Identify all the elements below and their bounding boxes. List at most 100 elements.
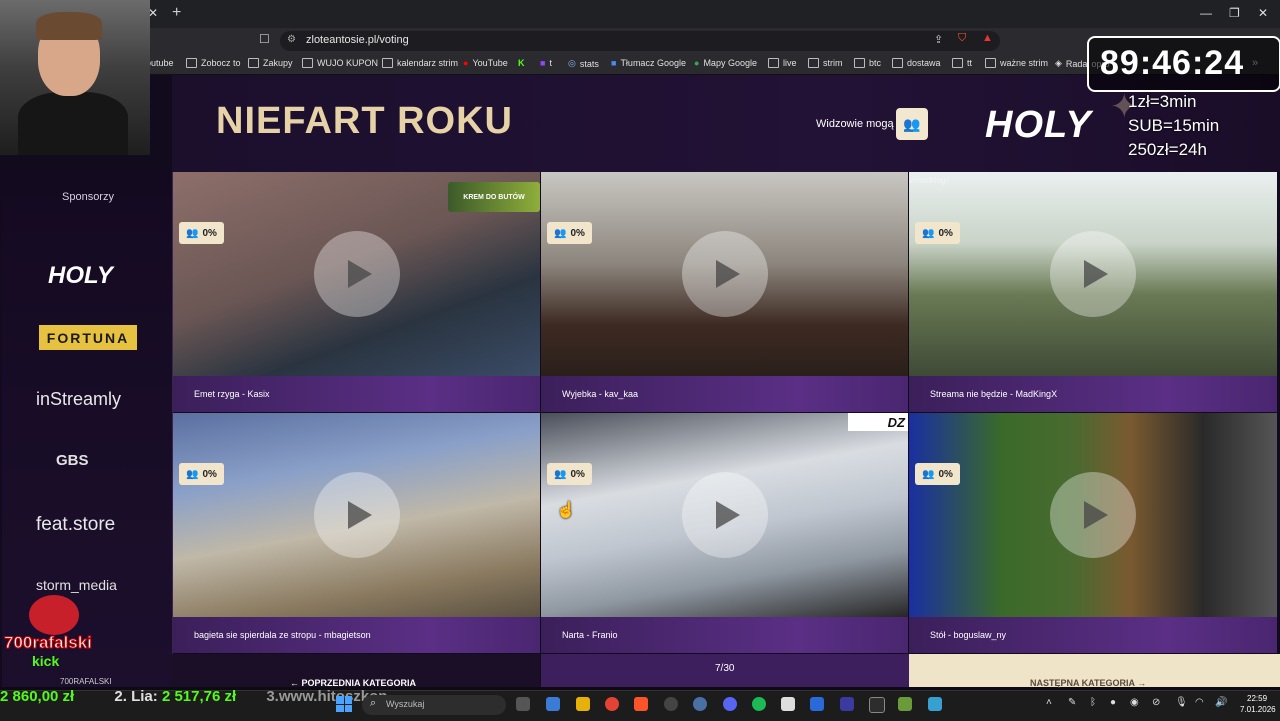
bookmark-item[interactable]: ■ Tłumacz Google	[611, 58, 686, 68]
microphone-icon[interactable]: 🎙	[1175, 697, 1188, 708]
task-view-icon[interactable]	[516, 697, 530, 711]
play-icon	[1084, 260, 1108, 288]
bookmark-icon[interactable]: ☐	[259, 32, 270, 46]
streamer-webcam	[0, 0, 150, 155]
mouse-cursor-icon: ☝	[556, 502, 576, 519]
vote-percent-badge: 👥 0%	[179, 222, 224, 244]
photos-icon[interactable]	[546, 697, 560, 711]
clip-card[interactable]: 👥 0% Stół - boguslaw_ny	[909, 413, 1277, 653]
play-icon	[715, 260, 740, 288]
prev-category-label[interactable]: ← POPRZEDNIA KATEGORIA	[290, 678, 416, 688]
sponsor-feat-store[interactable]: feat.store	[36, 514, 115, 536]
clip-card[interactable]: 👥 0% Wyjebka - kav_kaa	[541, 172, 908, 412]
bookmark-item[interactable]: WUJO KUPON	[302, 58, 378, 68]
bookmark-item[interactable]: Zakupy	[248, 58, 293, 68]
bookmark-item[interactable]: K	[518, 58, 525, 68]
bookmark-item[interactable]: live	[768, 58, 797, 68]
arrow-left-icon: ←	[290, 678, 299, 688]
bookmark-item[interactable]: btc	[854, 58, 881, 68]
wifi-icon[interactable]: ◠	[1195, 697, 1204, 708]
bluetooth-icon[interactable]: ᛒ	[1090, 697, 1096, 708]
close-window-icon[interactable]: ✕	[1258, 6, 1268, 20]
folder-icon	[952, 58, 963, 68]
bookmark-item[interactable]: dostawa	[892, 58, 941, 68]
windows-start-icon[interactable]	[336, 696, 352, 712]
clip-card[interactable]: v/madkingx 👥 0% Streama nie będzie - MadK…	[909, 172, 1277, 412]
share-icon[interactable]: ⇪	[934, 33, 943, 46]
app-icon[interactable]	[693, 697, 707, 711]
clip-caption: bagieta sie spierdala ze stropu - mbagie…	[173, 617, 540, 653]
site-info-icon[interactable]: ⚙	[287, 34, 296, 45]
viewers-vote-button[interactable]: 👥	[896, 108, 928, 140]
users-icon: 👥	[922, 468, 935, 480]
play-icon	[715, 501, 740, 529]
clip-card[interactable]: DZ 👥 0% Narta - Franio	[541, 413, 908, 653]
app-icon[interactable]	[898, 697, 912, 711]
brave-shield-icon[interactable]: ⛉	[958, 32, 966, 45]
bookmark-item[interactable]: ◎ stats	[568, 58, 599, 69]
next-category-label[interactable]: NASTĘPNA KATEGORIA →	[1030, 678, 1146, 688]
bookmark-item[interactable]: kalendarz strim	[382, 58, 458, 68]
brave-icon[interactable]	[634, 697, 648, 711]
rewards-icon[interactable]: ▲	[982, 32, 993, 44]
app-icon[interactable]	[928, 697, 942, 711]
sponsor-storm-media[interactable]: storm_media	[36, 577, 117, 593]
category-counter: 7/30	[715, 663, 735, 674]
app-icon[interactable]	[781, 697, 795, 711]
sponsor-gbs[interactable]: GBS	[56, 452, 89, 469]
bookmark-item[interactable]: ● YouTube	[463, 58, 508, 68]
bookmark-item[interactable]: ważne strim	[985, 58, 1048, 68]
app-tray-icon[interactable]: ◉	[1130, 697, 1139, 708]
app-tray-icon[interactable]: ●	[1110, 697, 1116, 708]
platform-name: kick	[32, 653, 60, 669]
minimize-icon[interactable]: —	[1200, 6, 1212, 20]
app-icon[interactable]	[840, 697, 854, 711]
webcam-body	[18, 92, 128, 155]
sponsors-title: Sponsorzy	[62, 191, 114, 203]
obs-icon[interactable]	[664, 697, 678, 711]
bookmark-item[interactable]: ● Mapy Google	[694, 58, 757, 68]
clip-card[interactable]: 👥 0% bagieta sie spierdala ze stropu - mb…	[173, 413, 540, 653]
browser-tab-bar: ✕ + — ❐ ✕	[0, 0, 1280, 28]
clip-caption: Wyjebka - kav_kaa	[541, 376, 908, 412]
folder-icon	[382, 58, 393, 68]
sponsor-holy[interactable]: HOLY	[48, 262, 113, 290]
spotify-icon[interactable]	[752, 697, 766, 711]
play-button[interactable]	[313, 472, 400, 558]
pen-icon[interactable]: ✎	[1068, 697, 1076, 708]
bookmark-item[interactable]: outube	[146, 58, 174, 68]
file-explorer-icon[interactable]	[576, 697, 590, 711]
network-icon[interactable]: ⊘	[1152, 697, 1160, 708]
play-button[interactable]	[681, 231, 768, 317]
subathon-timer: 89:46:24	[1100, 44, 1245, 82]
users-icon: 👥	[186, 227, 199, 239]
bookmark-item[interactable]: tt	[952, 58, 972, 68]
taskbar-search-field[interactable]	[362, 695, 506, 715]
tray-expand-icon[interactable]: ˄	[1046, 697, 1052, 708]
clock-time[interactable]: 22:59	[1247, 694, 1267, 703]
play-button[interactable]	[681, 472, 768, 558]
play-button[interactable]	[1050, 472, 1136, 558]
maps-icon: ●	[694, 58, 700, 68]
volume-icon[interactable]: 🔊	[1215, 697, 1227, 708]
bookmark-item[interactable]: Zobocz to	[186, 58, 241, 68]
sponsor-instreamly[interactable]: inStreamly	[36, 389, 121, 410]
kick-icon: K	[518, 58, 525, 68]
clip-card[interactable]: KREM DO BUTÓW 👥 0% Emet rzyga - Kasix	[173, 172, 540, 412]
bookmark-item[interactable]: strim	[808, 58, 843, 68]
users-icon: 👥	[903, 115, 921, 132]
sponsor-fortuna[interactable]: FORTUNA	[39, 325, 137, 350]
calculator-icon[interactable]	[810, 697, 824, 711]
play-button[interactable]	[313, 231, 400, 317]
clock-date[interactable]: 7.01.2026	[1240, 705, 1276, 714]
page-title: NIEFART ROKU	[216, 100, 513, 142]
play-button[interactable]	[1050, 231, 1136, 317]
maximize-icon[interactable]: ❐	[1229, 6, 1240, 20]
new-tab-icon[interactable]: +	[172, 4, 181, 22]
app-icon[interactable]	[869, 697, 885, 713]
chrome-icon[interactable]	[605, 697, 619, 711]
bookmark-item[interactable]: ■ t	[540, 58, 552, 68]
discord-icon[interactable]	[723, 697, 737, 711]
url-text[interactable]: zloteantosie.pl/voting	[306, 34, 409, 46]
vote-percent-badge: 👥 0%	[547, 222, 592, 244]
